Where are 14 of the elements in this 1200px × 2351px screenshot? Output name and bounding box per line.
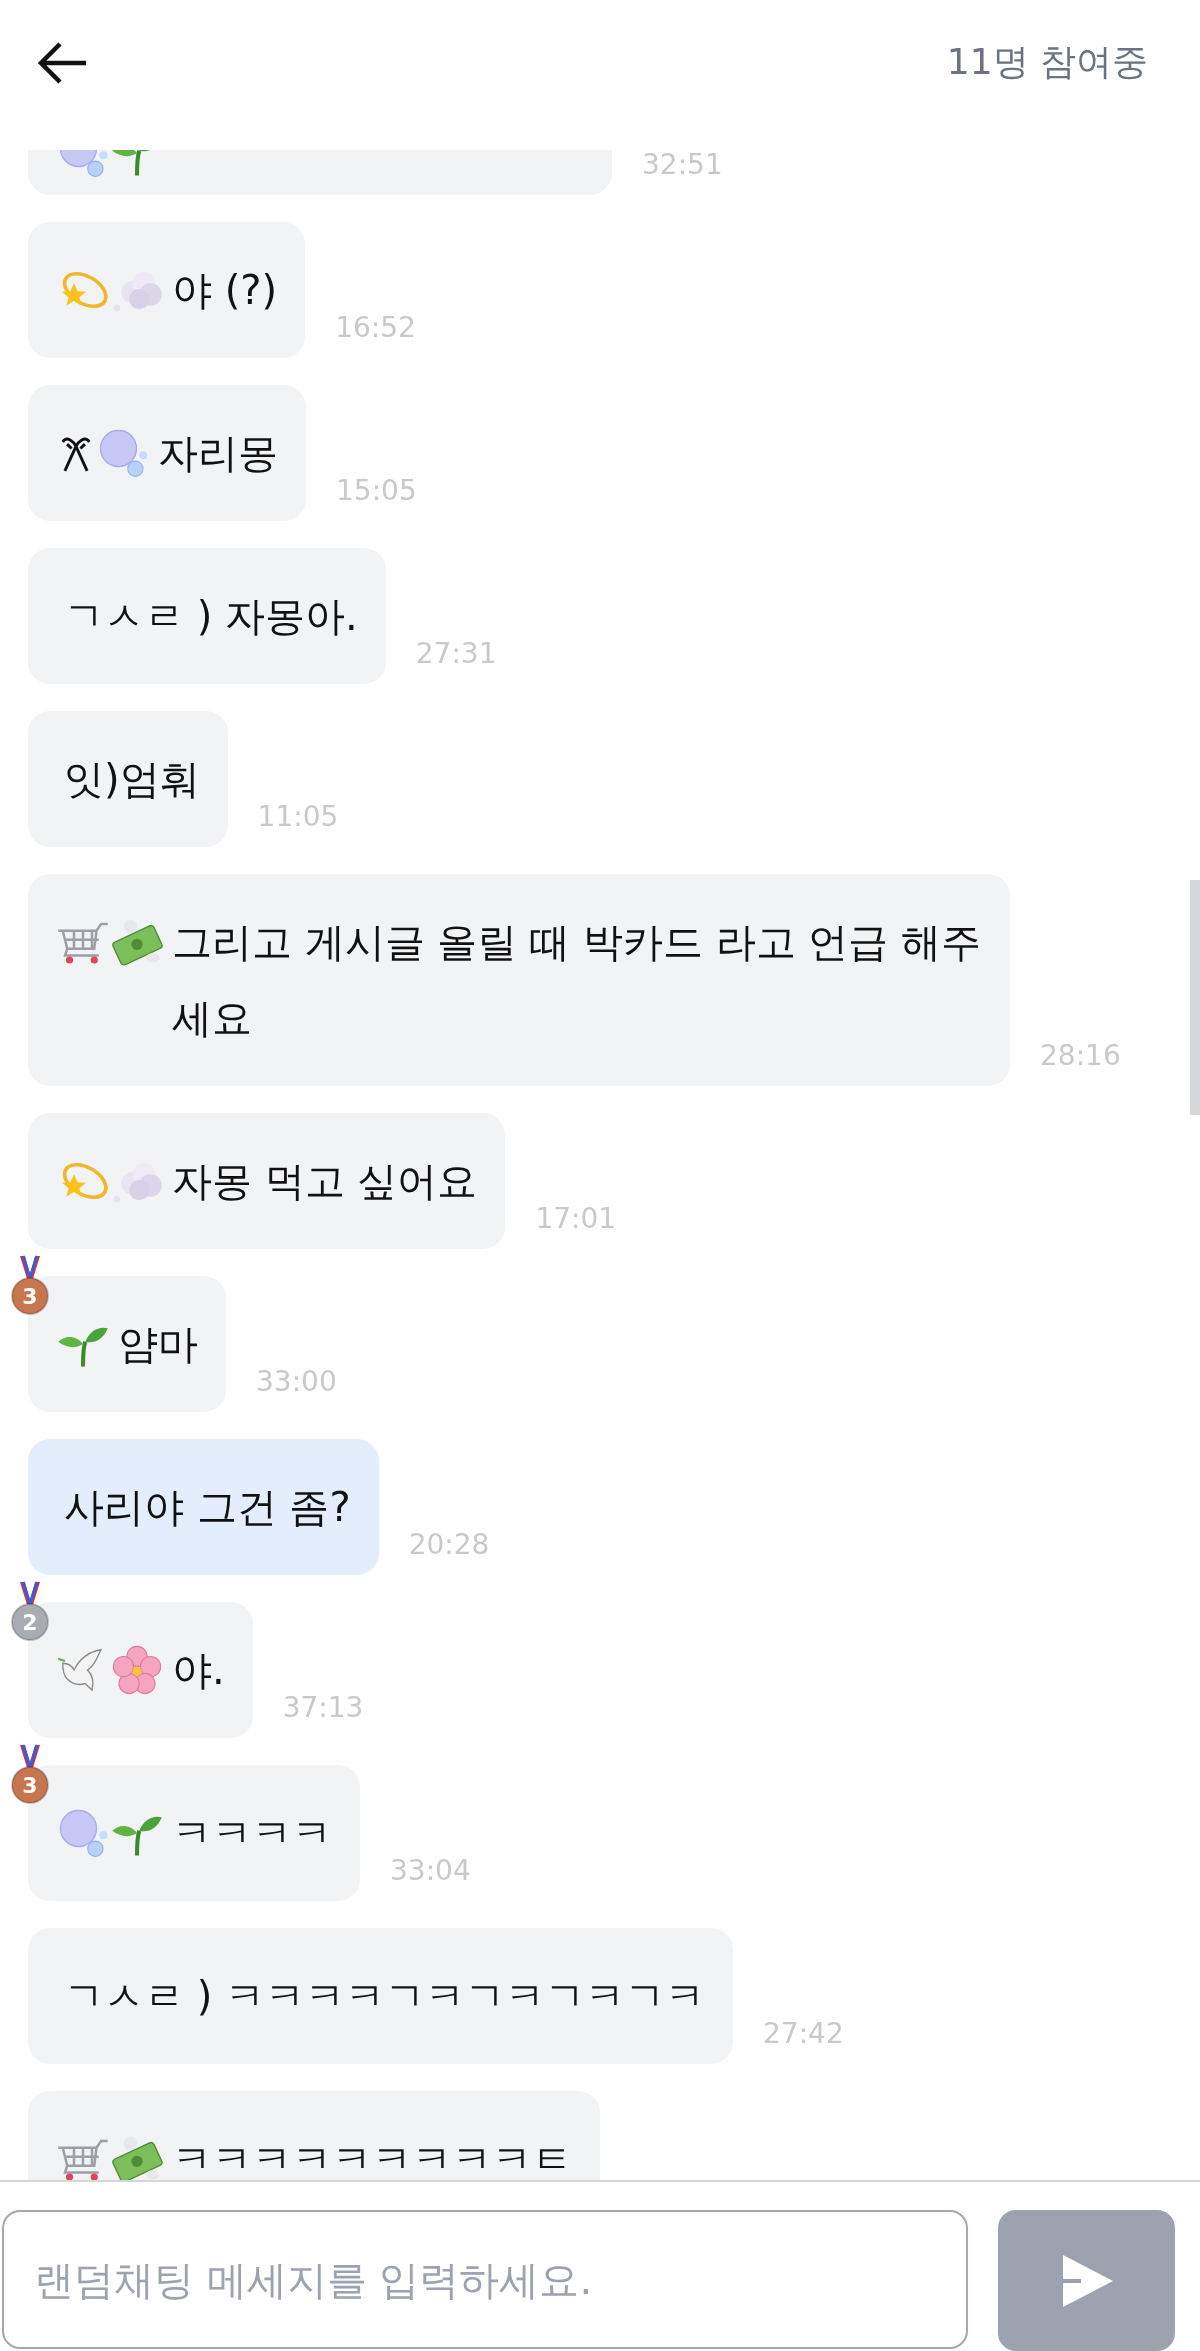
message-text: ㅋㅋㅋㅋ	[172, 1809, 332, 1858]
message-text: ㅋㅋㅋㅋㅋㅋㅋㅋㅋㅌ	[172, 2135, 572, 2180]
participant-count: 11명 참여중	[946, 39, 1148, 84]
message-text: 자리몽	[158, 429, 278, 478]
message-text: ㄱㅅㄹ ) ㅋㅋㅋㅋㄱㅋㄱㅋㄱㅋㄱㅋ	[64, 1972, 706, 2021]
message-text: 잇)엄훠	[64, 755, 200, 804]
message-text: 얌마	[118, 1320, 198, 1369]
message-input[interactable]: 랜덤채팅 메세지를 입력하세요.	[2, 2210, 968, 2349]
message-text: ㄱㅅㄹ ) 자몽아.	[64, 592, 358, 641]
message-text: 야.	[172, 1646, 225, 1695]
message-text: 사리야 그건 좀?	[64, 1483, 351, 1532]
message-text: 그리고 게시글 올릴 때 박카드 라고 언급 해주세요	[172, 918, 982, 1043]
message-text: 야 (?)	[172, 266, 278, 315]
message-text: 자몽 먹고 싶어요	[172, 1157, 478, 1206]
